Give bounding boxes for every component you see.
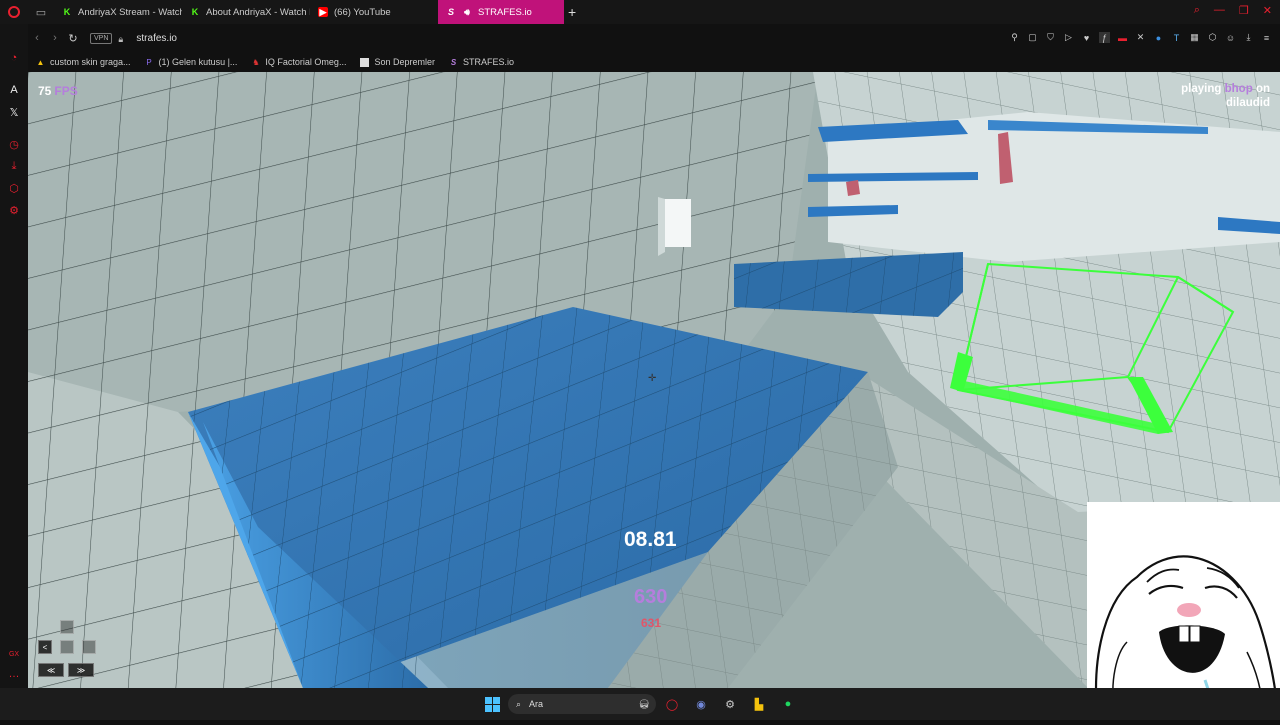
tab-label: STRAFES.io xyxy=(478,6,532,18)
run-timer: 08.81 xyxy=(624,528,677,551)
tab-youtube[interactable]: ▶ (66) YouTube xyxy=(310,0,438,24)
tab-label: AndriyaX Stream - Watch xyxy=(78,6,182,18)
extensions-icon[interactable]: ⬡ xyxy=(1207,32,1218,43)
tab-about-andriyax[interactable]: K About AndriyaX - Watch L xyxy=(182,0,310,24)
google-drive-icon: ▲ xyxy=(36,57,45,67)
history-icon[interactable]: ◷ xyxy=(8,138,20,151)
play-icon[interactable]: ▷ xyxy=(1063,32,1074,43)
steam-icon[interactable]: ⚙ xyxy=(722,696,738,712)
search-placeholder: Ara xyxy=(529,699,544,709)
speaker-icon[interactable]: 🔊︎ xyxy=(462,7,472,17)
bookmark-item[interactable]: ▲ custom skin graga... xyxy=(36,57,131,67)
search-tabs-icon[interactable]: ⌕ xyxy=(1194,4,1200,17)
kick-icon: K xyxy=(63,7,71,17)
extension-red-icon[interactable]: ▬ xyxy=(1117,32,1128,43)
workspaces-icon[interactable]: ▭ xyxy=(28,6,54,19)
bookmark-label: custom skin graga... xyxy=(50,57,131,67)
tab-bar: ▭ K AndriyaX Stream - Watch K About Andr… xyxy=(0,0,1280,24)
bookmarks-bar: ▲ custom skin graga... P (1) Gelen kutus… xyxy=(28,52,1280,72)
back-icon[interactable]: ‹ xyxy=(28,32,46,44)
fps-counter: 75 FPS xyxy=(38,84,78,98)
discord-icon[interactable]: ◉ xyxy=(693,696,709,712)
url-field[interactable]: strafes.io xyxy=(136,33,177,44)
search-icon: ⌕ xyxy=(516,698,522,709)
gx-icon[interactable]: GX xyxy=(8,648,20,660)
downloads-icon[interactable]: ⤓ xyxy=(8,160,20,172)
vpn-badge[interactable]: VPN xyxy=(90,32,113,44)
browser-sidebar: ◔ A 𝕏 ◷ ⤓ ⬡ ⚙ GX … xyxy=(0,24,28,688)
extension-f-icon[interactable]: ƒ xyxy=(1099,32,1110,43)
windows-taskbar: ⌕ Ara 🍔︎ ◯ ◉ ⚙ ▙ ● xyxy=(0,688,1280,720)
profile-icon[interactable]: ☺ xyxy=(1225,32,1236,43)
opera-gx-icon[interactable]: ◯ xyxy=(664,696,680,712)
speed-secondary: 631 xyxy=(641,616,662,630)
heart-icon[interactable]: ♥ xyxy=(1081,32,1092,43)
strafes-icon: S xyxy=(447,7,454,17)
bookmark-item[interactable]: S STRAFES.io xyxy=(449,57,514,67)
key-right xyxy=(82,640,96,654)
bookmark-item[interactable]: ♞ IQ Factorial Omeg... xyxy=(251,57,346,67)
menu-icon[interactable]: ≡ xyxy=(1261,32,1272,43)
extension-translate-icon[interactable]: T xyxy=(1171,32,1182,43)
bookmark-item[interactable]: Son Depremler xyxy=(360,57,435,67)
reload-icon[interactable]: ↻ xyxy=(64,32,82,45)
aria-icon[interactable]: ◔ xyxy=(8,52,20,64)
iq-test-icon: ♞ xyxy=(252,57,260,67)
pin-icon[interactable]: ⚲ xyxy=(1009,32,1020,43)
search-highlight-icon: 🍔︎ xyxy=(638,698,650,709)
bookmark-label: Son Depremler xyxy=(374,57,435,67)
app-icon[interactable]: ▙ xyxy=(751,696,767,712)
tab-andriyax-stream[interactable]: K AndriyaX Stream - Watch xyxy=(54,0,182,24)
bookmark-item[interactable]: P (1) Gelen kutusu |... xyxy=(145,57,238,67)
x-twitter-icon[interactable]: 𝕏 xyxy=(8,106,20,119)
close-icon[interactable]: ✕ xyxy=(1263,4,1272,17)
playing-status: playing bhop on dilaudid xyxy=(1181,83,1270,109)
extension-x-icon[interactable]: ✕ xyxy=(1135,32,1146,43)
extensions-toolbar: ⚲ ▢ ⛉ ▷ ♥ ƒ ▬ ✕ ● T ▦ ⬡ ☺ ⤓ ≡ xyxy=(1009,32,1272,43)
window-controls: ⌕ — ❐ ✕ xyxy=(1194,4,1272,17)
arc-icon[interactable]: A xyxy=(8,84,20,96)
key-forward xyxy=(60,620,74,634)
bookmark-label: IQ Factorial Omeg... xyxy=(265,57,347,67)
key-left: < xyxy=(38,640,52,654)
maximize-icon[interactable]: ❐ xyxy=(1239,4,1249,17)
spotify-icon[interactable]: ● xyxy=(780,696,796,712)
forward-icon[interactable]: › xyxy=(46,32,64,44)
taskbar-search-input[interactable]: ⌕ Ara 🍔︎ xyxy=(508,694,656,714)
extensions-icon[interactable]: ⬡ xyxy=(8,182,20,195)
download-icon[interactable]: ⤓ xyxy=(1243,32,1254,43)
opera-logo-icon[interactable] xyxy=(0,0,28,24)
key-jump: ≫ xyxy=(68,663,94,677)
game-style: bhop xyxy=(1224,83,1253,95)
tab-label: About AndriyaX - Watch L xyxy=(206,6,310,18)
lock-icon[interactable]: 🔒︎ xyxy=(118,34,126,44)
speed-readout: 630 xyxy=(634,586,668,608)
key-back xyxy=(60,640,74,654)
proton-icon: P xyxy=(146,57,152,67)
extension-globe-icon[interactable]: ● xyxy=(1153,32,1164,43)
windows-start-icon[interactable] xyxy=(484,696,500,712)
key-crouch: ≪ xyxy=(38,663,64,677)
map-name: dilaudid xyxy=(1225,97,1270,109)
extension-grid-icon[interactable]: ▦ xyxy=(1189,32,1200,43)
strafes-icon: S xyxy=(450,57,457,67)
crosshair-icon: ✛ xyxy=(648,373,657,384)
shield-icon[interactable]: ⛉ xyxy=(1045,32,1056,43)
minimize-icon[interactable]: — xyxy=(1214,4,1225,17)
new-tab-button[interactable]: + xyxy=(568,4,576,20)
more-icon[interactable]: … xyxy=(8,668,20,680)
bookmark-label: (1) Gelen kutusu |... xyxy=(158,57,238,67)
kick-icon: K xyxy=(191,7,199,17)
tab-strafes[interactable]: S 🔊︎ STRAFES.io xyxy=(438,0,564,24)
earthquake-icon xyxy=(360,57,370,67)
tab-label: (66) YouTube xyxy=(334,6,391,18)
settings-icon[interactable]: ⚙ xyxy=(8,204,20,217)
snapshot-icon[interactable]: ▢ xyxy=(1027,32,1038,43)
bookmark-label: STRAFES.io xyxy=(462,57,514,67)
address-bar: ‹ › ↻ VPN 🔒︎ strafes.io ⚲ ▢ ⛉ ▷ ♥ ƒ ▬ ✕ … xyxy=(28,24,1280,52)
youtube-icon: ▶ xyxy=(318,6,328,17)
